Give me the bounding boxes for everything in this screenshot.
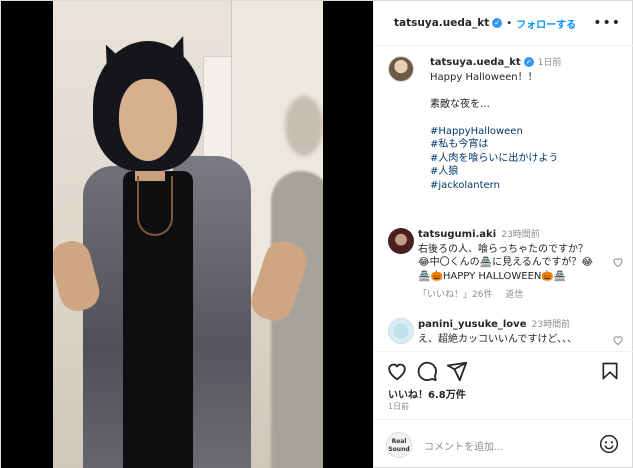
bookmark-icon[interactable] xyxy=(600,360,620,382)
hashtag-link[interactable]: #人肉を喰らいに出かけよう xyxy=(430,152,630,166)
comment-likes-link[interactable]: 「いいね！」26件 xyxy=(418,290,492,300)
comment-username[interactable]: panini_yusuke_love xyxy=(418,319,526,330)
caption-line: Happy Halloween！！ xyxy=(430,71,538,83)
comment-text: 🏯🎃HAPPY HALLOWEEN🎃🏯 xyxy=(418,270,567,282)
caption-line: 素敵な夜を… xyxy=(430,98,490,110)
real-sound-avatar[interactable]: Real Sound xyxy=(386,432,412,458)
hashtag-link[interactable]: #人狼 xyxy=(430,165,630,179)
follow-button[interactable]: フォローする xyxy=(516,16,576,31)
reply-button[interactable]: 返信 xyxy=(505,290,523,300)
comment-time: 23時間前 xyxy=(501,230,540,240)
hashtag-link[interactable]: #私も今宵は xyxy=(430,138,630,152)
background-person-head xyxy=(285,96,323,156)
comment-body: panini_yusuke_love 23時間前 え、超絶カッコいいんですけど、… xyxy=(418,318,626,346)
avatar[interactable] xyxy=(388,228,414,254)
figure-face xyxy=(119,79,177,161)
comment-body: tatsugumi.aki 23時間前 右後ろの人、喰らっちゃたのですか？ 😂中… xyxy=(418,228,626,303)
comment-text: え、超絶カッコいいんですけど、、、 xyxy=(418,333,577,345)
likes-count[interactable]: いいね！6.8万件 xyxy=(388,386,466,401)
hashtag-link[interactable]: #HappyHalloween xyxy=(430,125,630,139)
post-date: 1日前 xyxy=(388,402,410,411)
verified-icon: ✓ xyxy=(492,18,503,28)
post-media[interactable] xyxy=(1,1,373,468)
heart-icon[interactable] xyxy=(612,334,624,346)
emoji-icon[interactable] xyxy=(599,434,619,454)
share-icon[interactable] xyxy=(446,360,468,382)
heart-icon[interactable] xyxy=(386,360,408,382)
post-photo xyxy=(53,1,323,468)
comment-meta: 「いいね！」26件 返信 xyxy=(418,289,626,303)
avatar[interactable] xyxy=(388,318,414,344)
comment-username[interactable]: tatsugumi.aki xyxy=(418,229,496,240)
comment-icon[interactable] xyxy=(416,360,438,382)
instagram-post: tatsuya.ueda_kt ✓ • フォローする ••• tatsuya.u… xyxy=(0,0,633,468)
necklace xyxy=(137,176,173,236)
post-actions: いいね！6.8万件 1日前 xyxy=(374,351,633,411)
post-header: tatsuya.ueda_kt ✓ • フォローする ••• xyxy=(374,1,633,46)
comment-text: 😂中〇くんの🏯に見えるんですが？😂 xyxy=(418,257,594,268)
caption-username[interactable]: tatsuya.ueda_kt xyxy=(430,57,521,68)
comments-list[interactable]: tatsuya.ueda_kt ✓ 1日前 Happy Halloween！！ 素敵… xyxy=(374,46,633,351)
header-separator: • xyxy=(506,17,513,29)
post-sidebar: tatsuya.ueda_kt ✓ • フォローする ••• tatsuya.u… xyxy=(373,1,633,468)
avatar[interactable] xyxy=(388,56,414,82)
add-comment-bar: Real Sound コメントを追加... xyxy=(374,419,633,468)
caption-body: tatsuya.ueda_kt ✓ 1日前 Happy Halloween！！ 素敵… xyxy=(430,56,630,192)
heart-icon[interactable] xyxy=(612,256,624,268)
comment-input[interactable]: コメントを追加... xyxy=(424,438,504,453)
caption-line xyxy=(430,84,630,98)
caption-time: 1日前 xyxy=(537,58,562,68)
comment-time: 23時間前 xyxy=(531,320,571,330)
verified-icon: ✓ xyxy=(523,57,534,67)
caption-line xyxy=(430,111,630,125)
more-icon[interactable]: ••• xyxy=(593,15,621,31)
comment-text: 右後ろの人、喰らっちゃたのですか？ xyxy=(418,243,588,255)
header-username[interactable]: tatsuya.ueda_kt xyxy=(394,17,489,29)
hashtag-link[interactable]: #jackolantern xyxy=(430,179,630,193)
action-icons xyxy=(386,360,626,384)
